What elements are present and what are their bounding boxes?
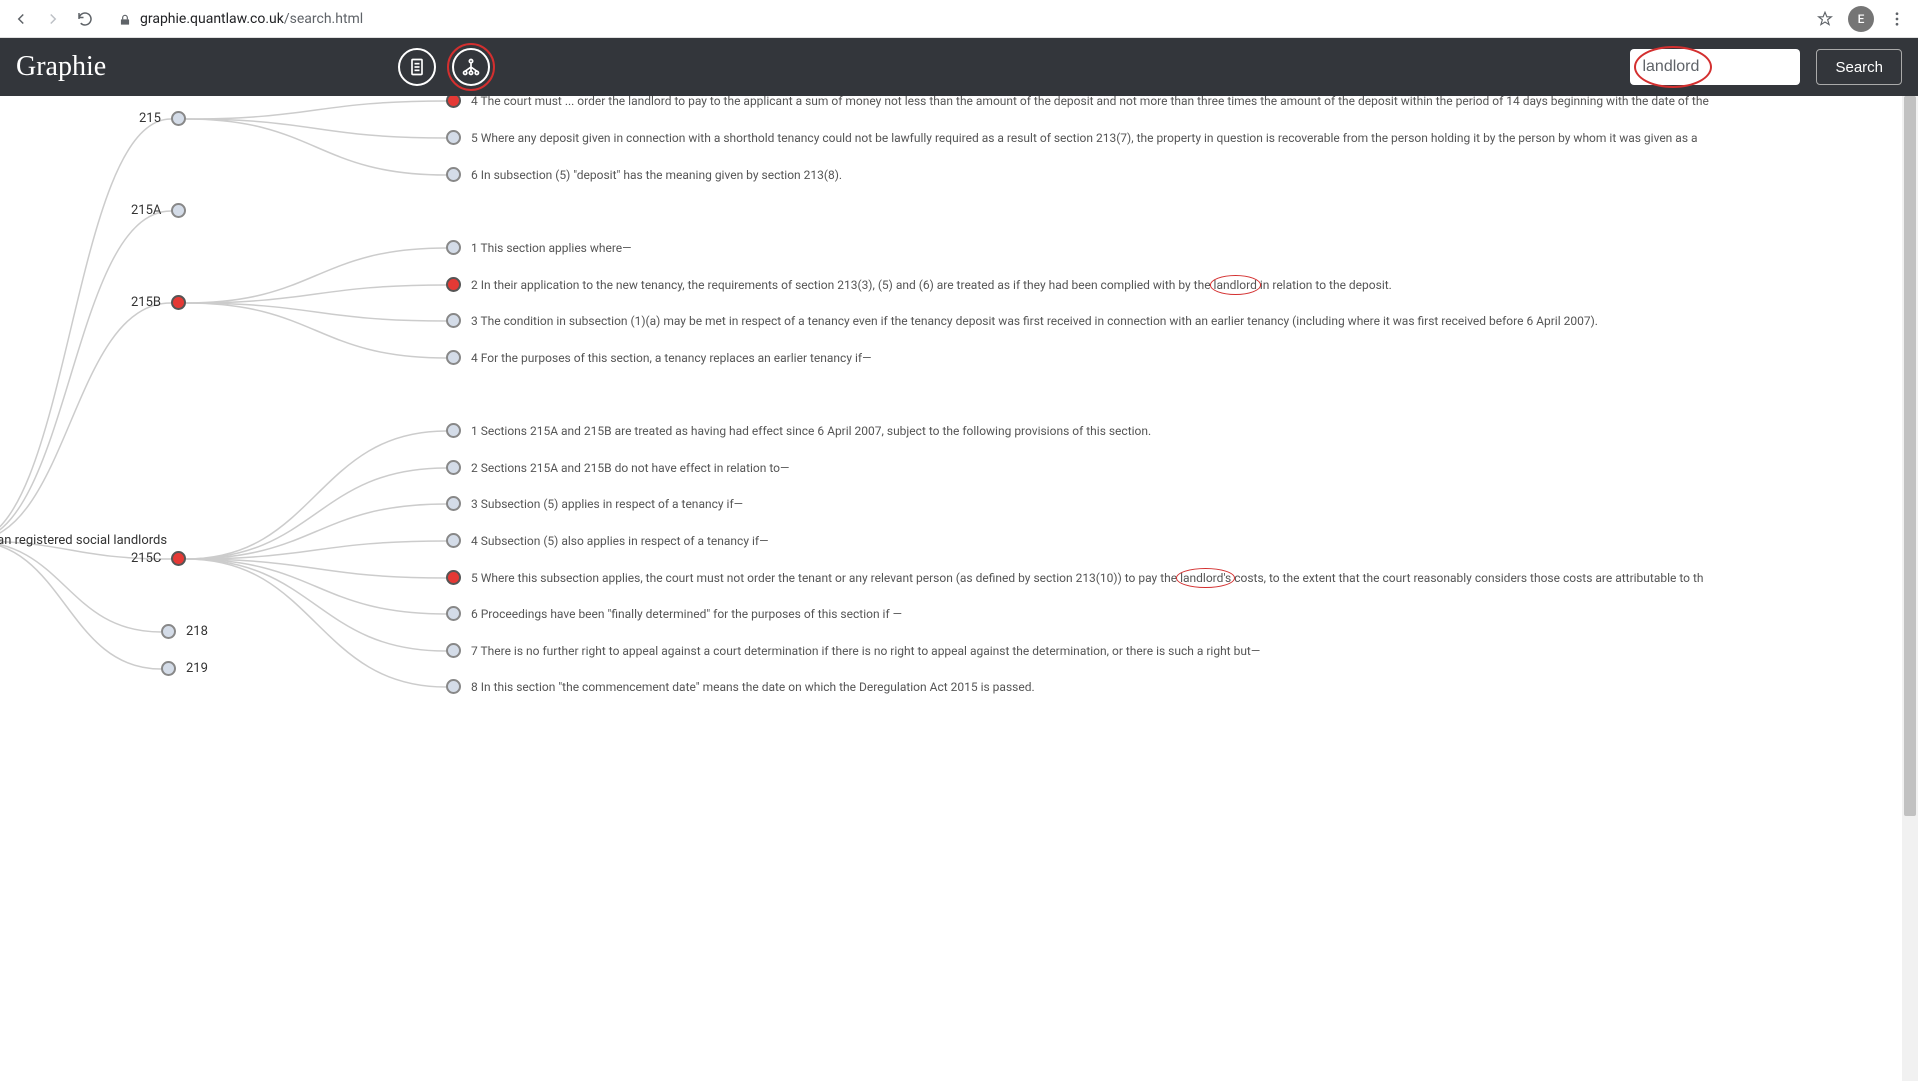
leaf-row[interactable]: 5 Where this subsection applies, the cou… — [446, 570, 1704, 585]
node-dot[interactable] — [161, 624, 176, 639]
section-node-215C[interactable]: 215C — [131, 551, 186, 566]
search-input[interactable] — [1630, 49, 1800, 85]
url-bar[interactable]: graphie.quantlaw.co.uk/search.html — [108, 5, 1802, 33]
leaf-row[interactable]: 1 This section applies where— — [446, 240, 632, 255]
leaf-text: 2 Sections 215A and 215B do not have eff… — [471, 461, 789, 475]
node-dot[interactable] — [171, 295, 186, 310]
search-input-wrap — [1630, 49, 1800, 85]
browser-chrome: graphie.quantlaw.co.uk/search.html E — [0, 0, 1918, 38]
node-label: 215 — [139, 111, 161, 126]
leaf-dot[interactable] — [446, 679, 461, 694]
app-title: Graphie — [16, 51, 106, 83]
section-node-215[interactable]: 215 — [139, 111, 186, 126]
graph-edges — [0, 96, 1918, 1081]
leaf-text: 4 Subsection (5) also applies in respect… — [471, 534, 768, 548]
leaf-text: 3 Subsection (5) applies in respect of a… — [471, 497, 743, 511]
node-dot[interactable] — [171, 551, 186, 566]
app-header: Graphie Search — [0, 38, 1918, 96]
leaf-dot[interactable] — [446, 533, 461, 548]
node-label: 215C — [131, 551, 161, 566]
leaf-text: 5 Where this subsection applies, the cou… — [471, 571, 1704, 585]
leaf-text: 4 The court must ... order the landlord … — [471, 96, 1709, 108]
url-text: graphie.quantlaw.co.uk/search.html — [140, 11, 363, 27]
root-label: han registered social landlords — [0, 533, 167, 548]
leaf-text: 1 This section applies where— — [471, 241, 632, 255]
leaf-text: 7 There is no further right to appeal ag… — [471, 644, 1260, 658]
leaf-text: 5 Where any deposit given in connection … — [471, 131, 1698, 145]
search-hit: landlord — [1214, 278, 1257, 292]
leaf-dot[interactable] — [446, 460, 461, 475]
leaf-row[interactable]: 2 In their application to the new tenanc… — [446, 277, 1392, 292]
lock-icon — [118, 12, 132, 26]
leaf-row[interactable]: 3 Subsection (5) applies in respect of a… — [446, 496, 743, 511]
leaf-row[interactable]: 6 Proceedings have been "finally determi… — [446, 606, 902, 621]
tree-view-button[interactable] — [452, 48, 490, 86]
leaf-dot[interactable] — [446, 130, 461, 145]
reload-button[interactable] — [76, 10, 94, 28]
bookmark-star-icon[interactable] — [1816, 10, 1834, 28]
browser-menu-icon[interactable] — [1888, 10, 1906, 28]
leaf-text: 6 In subsection (5) "deposit" has the me… — [471, 168, 842, 182]
leaf-row[interactable]: 6 In subsection (5) "deposit" has the me… — [446, 167, 842, 182]
node-dot[interactable] — [161, 661, 176, 676]
node-label: 215A — [131, 203, 161, 218]
section-node-218[interactable]: 218 — [161, 624, 208, 639]
node-label: 215B — [131, 295, 161, 310]
leaf-dot[interactable] — [446, 643, 461, 658]
leaf-dot[interactable] — [446, 423, 461, 438]
node-dot[interactable] — [171, 111, 186, 126]
scrollbar-thumb[interactable] — [1904, 96, 1916, 816]
back-button[interactable] — [12, 10, 30, 28]
leaf-text: 4 For the purposes of this section, a te… — [471, 351, 871, 365]
node-dot[interactable] — [171, 203, 186, 218]
leaf-row[interactable]: 4 For the purposes of this section, a te… — [446, 350, 871, 365]
leaf-dot[interactable] — [446, 496, 461, 511]
node-label: 218 — [186, 624, 208, 639]
leaf-dot[interactable] — [446, 313, 461, 328]
leaf-row[interactable]: 4 The court must ... order the landlord … — [446, 96, 1709, 108]
leaf-row[interactable]: 3 The condition in subsection (1)(a) may… — [446, 313, 1598, 328]
section-node-215B[interactable]: 215B — [131, 295, 186, 310]
section-node-215A[interactable]: 215A — [131, 203, 186, 218]
leaf-text: 3 The condition in subsection (1)(a) may… — [471, 314, 1598, 328]
leaf-row[interactable]: 7 There is no further right to appeal ag… — [446, 643, 1260, 658]
leaf-text: 1 Sections 215A and 215B are treated as … — [471, 424, 1151, 438]
leaf-dot[interactable] — [446, 277, 461, 292]
leaf-dot[interactable] — [446, 606, 461, 621]
search-button[interactable]: Search — [1816, 49, 1902, 85]
leaf-row[interactable]: 4 Subsection (5) also applies in respect… — [446, 533, 768, 548]
leaf-dot[interactable] — [446, 96, 461, 108]
profile-avatar[interactable]: E — [1848, 6, 1874, 32]
root-node: han registered social landlords — [0, 533, 167, 548]
leaf-dot[interactable] — [446, 240, 461, 255]
leaf-text: 8 In this section "the commencement date… — [471, 680, 1035, 694]
section-node-219[interactable]: 219 — [161, 661, 208, 676]
scrollbar[interactable] — [1902, 96, 1918, 1081]
leaf-text: 6 Proceedings have been "finally determi… — [471, 607, 902, 621]
leaf-row[interactable]: 5 Where any deposit given in connection … — [446, 130, 1698, 145]
graph-canvas[interactable]: 215 215A 215B 215C 218 219 han registered soci… — [0, 96, 1918, 1081]
leaf-dot[interactable] — [446, 350, 461, 365]
leaf-dot[interactable] — [446, 167, 461, 182]
document-view-button[interactable] — [398, 48, 436, 86]
node-label: 219 — [186, 661, 208, 676]
leaf-row[interactable]: 2 Sections 215A and 215B do not have eff… — [446, 460, 789, 475]
forward-button[interactable] — [44, 10, 62, 28]
search-hit: landlord's — [1180, 571, 1231, 585]
leaf-dot[interactable] — [446, 570, 461, 585]
leaf-row[interactable]: 8 In this section "the commencement date… — [446, 679, 1035, 694]
leaf-row[interactable]: 1 Sections 215A and 215B are treated as … — [446, 423, 1151, 438]
leaf-text: 2 In their application to the new tenanc… — [471, 278, 1392, 292]
